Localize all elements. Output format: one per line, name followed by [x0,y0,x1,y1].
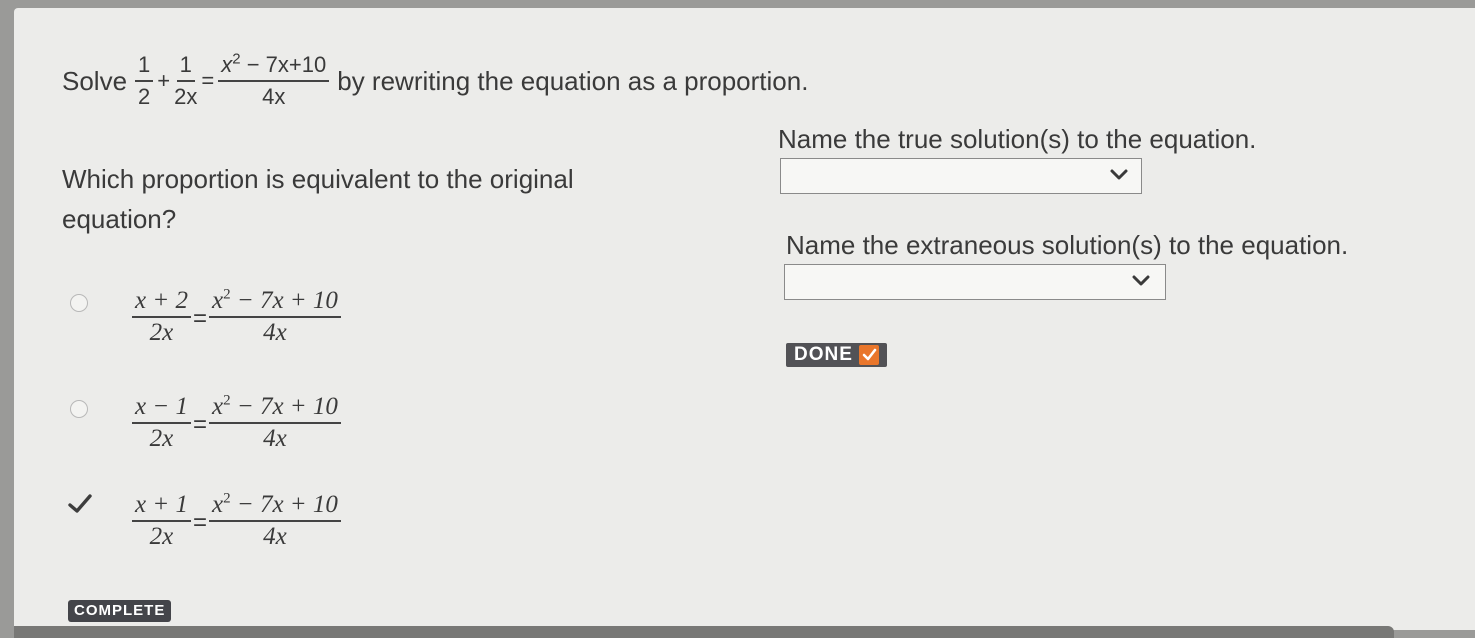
equals-sign: = [201,68,215,93]
chevron-down-icon [1110,169,1128,180]
radio-button[interactable] [70,294,88,312]
radio-button[interactable] [70,400,88,418]
option-3-right-fraction: x2 − 7x + 10 4x [208,491,341,550]
extraneous-solution-dropdown[interactable] [784,264,1166,300]
equation-rhs: x2 − 7x+10 4x [218,52,330,110]
part1-prompt-line1: Which proportion is equivalent to the or… [62,164,574,194]
extraneous-solution-label: Name the extraneous solution(s) to the e… [786,230,1349,260]
question-suffix: by rewriting the equation as a proportio… [337,66,809,96]
true-solution-label: Name the true solution(s) to the equatio… [778,124,1257,154]
complete-badge: COMPLETE [68,600,172,622]
checkmark-icon [68,494,92,513]
true-solution-dropdown[interactable] [780,158,1142,194]
question-prefix: Solve [62,66,128,96]
page-footer-bar [14,626,1394,638]
equation-term-1: 1 2 [135,52,154,110]
option-1-right-fraction: x2 − 7x + 10 4x [208,287,341,346]
option-1[interactable]: x + 2 2x = x2 − 7x + 10 4x [70,287,410,368]
option-3[interactable]: x + 1 2x = x2 − 7x + 10 4x [68,491,410,572]
equation-term-2: 1 2x [174,52,198,109]
check-square-icon [858,345,879,365]
part1-prompt-line2: equation? [62,204,177,234]
question-text: Solve 1 2 + 1 2x = x2 − 7x+10 4x by rewr… [62,52,808,110]
option-2-left-fraction: x − 1 2x [132,394,191,452]
option-3-left-fraction: x + 1 2x [132,492,191,550]
chevron-down-icon [1132,275,1150,286]
plus-sign: + [157,68,171,93]
question-card: Solve 1 2 + 1 2x = x2 − 7x+10 4x by rewr… [14,8,1475,630]
option-2-right-fraction: x2 − 7x + 10 4x [208,393,341,452]
option-1-left-fraction: x + 2 2x [132,288,191,346]
done-button[interactable]: DONE [786,343,887,367]
option-2[interactable]: x − 1 2x = x2 − 7x + 10 4x [70,393,410,474]
